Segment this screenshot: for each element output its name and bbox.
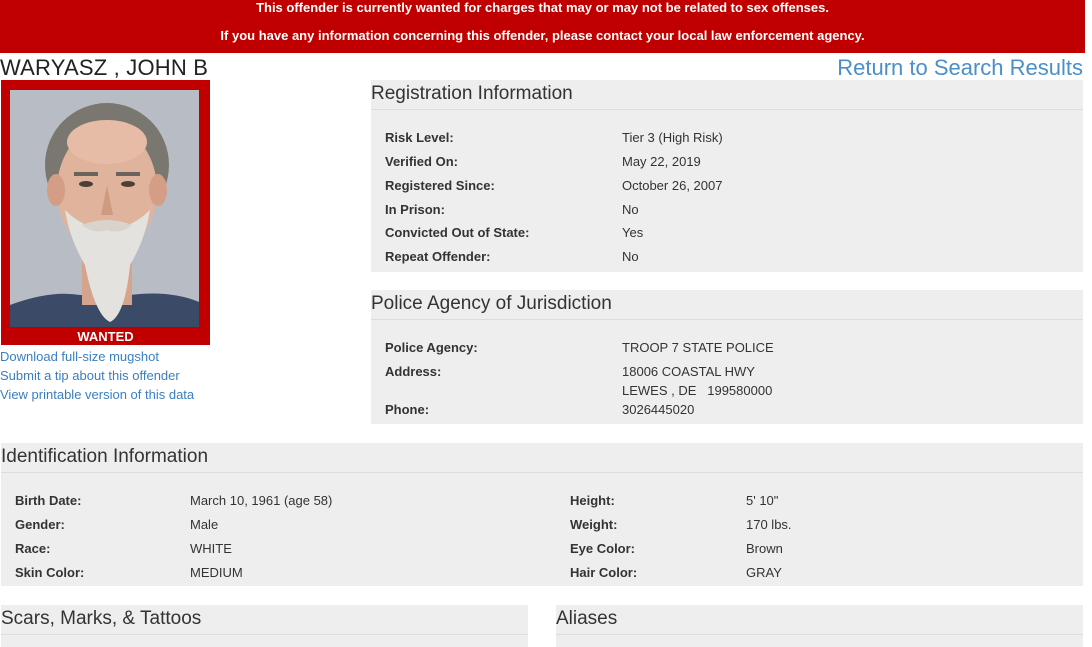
mugshot-image[interactable] bbox=[10, 90, 199, 327]
gender-label: Gender: bbox=[15, 517, 65, 532]
weight-value: 170 lbs. bbox=[746, 517, 792, 532]
in-prison-label: In Prison: bbox=[385, 202, 445, 217]
registration-title: Registration Information bbox=[371, 80, 1083, 110]
repeat-offender-label: Repeat Offender: bbox=[385, 249, 491, 264]
offender-links: Download full-size mugshot Submit a tip … bbox=[0, 347, 194, 404]
race-value: WHITE bbox=[190, 541, 232, 556]
offender-name: WARYASZ , JOHN B bbox=[0, 55, 209, 80]
in-prison-value: No bbox=[622, 202, 639, 217]
race-label: Race: bbox=[15, 541, 51, 556]
verified-on-label: Verified On: bbox=[385, 154, 458, 169]
height-value: 5' 10" bbox=[746, 493, 779, 508]
registration-panel: Registration Information Risk Level: Tie… bbox=[371, 80, 1083, 272]
height-label: Height: bbox=[570, 493, 615, 508]
skin-color-value: MEDIUM bbox=[190, 565, 243, 580]
aliases-title: Aliases bbox=[556, 605, 1083, 635]
birth-date-value: March 10, 1961 (age 58) bbox=[190, 493, 333, 508]
wanted-banner: This offender is currently wanted for ch… bbox=[0, 0, 1085, 53]
risk-level-value: Tier 3 (High Risk) bbox=[622, 130, 723, 145]
repeat-offender-value: No bbox=[622, 249, 639, 264]
submit-tip-link[interactable]: Submit a tip about this offender bbox=[0, 366, 194, 385]
hair-color-label: Hair Color: bbox=[570, 565, 638, 580]
police-agency-panel: Police Agency of Jurisdiction Police Age… bbox=[371, 290, 1083, 424]
scars-title: Scars, Marks, & Tattoos bbox=[1, 605, 528, 635]
address-label: Address: bbox=[385, 364, 442, 379]
registered-since-label: Registered Since: bbox=[385, 178, 495, 193]
aliases-panel: Aliases bbox=[556, 605, 1083, 647]
phone-label: Phone: bbox=[385, 402, 430, 417]
weight-label: Weight: bbox=[570, 517, 618, 532]
phone-value: 3026445020 bbox=[622, 402, 695, 417]
identification-panel: Identification Information Birth Date: M… bbox=[1, 443, 1083, 586]
banner-line-2: If you have any information concerning t… bbox=[220, 28, 865, 43]
gender-value: Male bbox=[190, 517, 219, 532]
hair-color-value: GRAY bbox=[746, 565, 782, 580]
eye-color-label: Eye Color: bbox=[570, 541, 636, 556]
police-agency-label: Police Agency: bbox=[385, 340, 478, 355]
risk-level-label: Risk Level: bbox=[385, 130, 454, 145]
verified-on-value: May 22, 2019 bbox=[622, 154, 701, 169]
skin-color-label: Skin Color: bbox=[15, 565, 85, 580]
mugshot-frame: WANTED bbox=[1, 80, 210, 345]
convicted-out-of-state-label: Convicted Out of State: bbox=[385, 225, 530, 240]
banner-line-1: This offender is currently wanted for ch… bbox=[256, 0, 829, 15]
identification-title: Identification Information bbox=[1, 443, 1083, 473]
eye-color-value: Brown bbox=[746, 541, 783, 556]
registered-since-value: October 26, 2007 bbox=[622, 178, 723, 193]
police-agency-title: Police Agency of Jurisdiction bbox=[371, 290, 1083, 320]
return-to-search-link[interactable]: Return to Search Results bbox=[837, 55, 1083, 81]
scars-panel: Scars, Marks, & Tattoos bbox=[1, 605, 528, 647]
download-mugshot-link[interactable]: Download full-size mugshot bbox=[0, 347, 194, 366]
birth-date-label: Birth Date: bbox=[15, 493, 82, 508]
wanted-label: WANTED bbox=[77, 329, 134, 344]
address-line-2: LEWES , DE 199580000 bbox=[622, 383, 773, 398]
convicted-out-of-state-value: Yes bbox=[622, 225, 644, 240]
police-agency-value: TROOP 7 STATE POLICE bbox=[622, 340, 774, 355]
printable-version-link[interactable]: View printable version of this data bbox=[0, 385, 194, 404]
address-line-1: 18006 COASTAL HWY bbox=[622, 364, 755, 379]
